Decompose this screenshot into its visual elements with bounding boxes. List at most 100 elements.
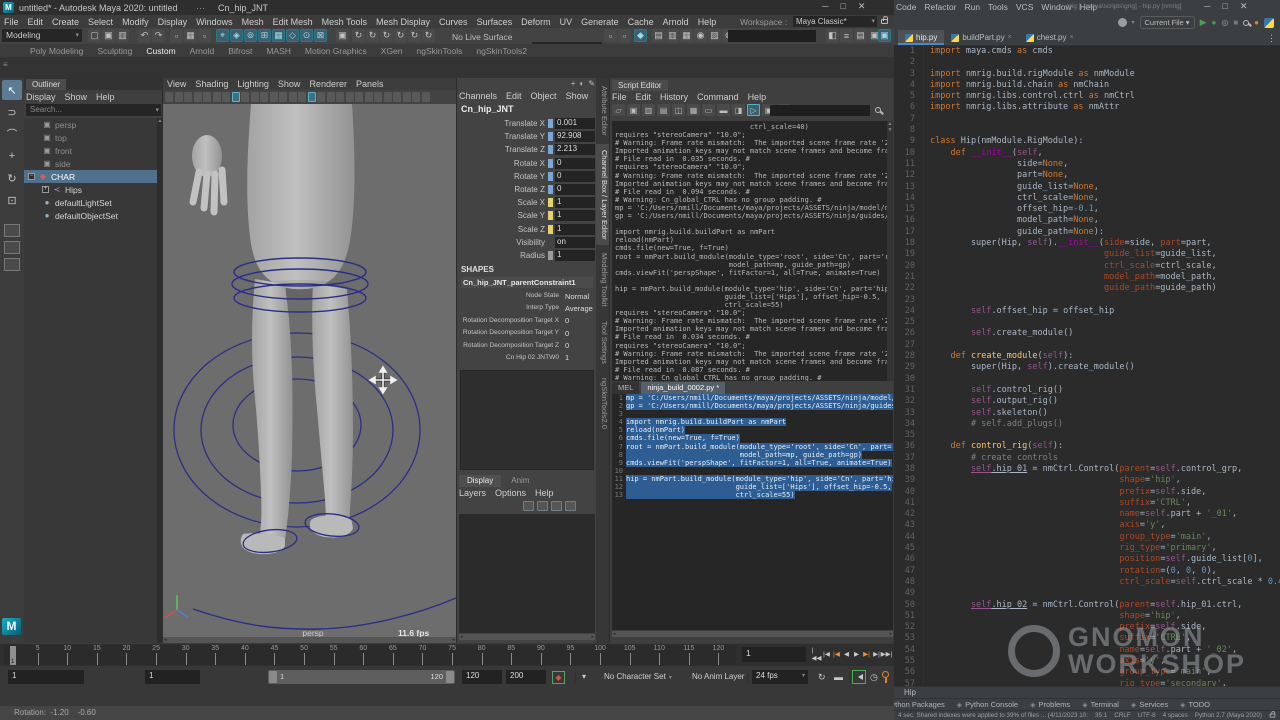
- auto-keyframe-icon[interactable]: ◆: [552, 671, 565, 684]
- channel-value-field[interactable]: 0: [555, 171, 595, 182]
- menu-display[interactable]: Display: [158, 17, 188, 27]
- layout-four-pane-button[interactable]: [4, 258, 20, 271]
- menu-file[interactable]: File: [4, 17, 19, 27]
- viewport-icon[interactable]: [422, 92, 430, 102]
- outliner-item-char[interactable]: −◆CHAR: [24, 170, 157, 183]
- loop-icon[interactable]: ↻: [818, 672, 826, 683]
- playback-button[interactable]: ▶|: [872, 646, 881, 662]
- constraint-channel-value[interactable]: Normal: [565, 292, 589, 301]
- constraint-channel-value[interactable]: 1: [565, 353, 569, 362]
- menu-file[interactable]: File: [612, 92, 627, 102]
- channel-box-node-name[interactable]: Cn_hip_JNT: [461, 104, 514, 114]
- statusline-icon[interactable]: ↻: [366, 29, 379, 42]
- run-icon[interactable]: ▶: [1200, 17, 1207, 28]
- menu-select[interactable]: Select: [88, 17, 113, 27]
- sidebar-tab-tool-settings[interactable]: Tool Settings: [596, 315, 609, 370]
- viewport-panel[interactable]: ViewShadingLightingShowRendererPanels: [163, 78, 456, 643]
- menu-surfaces[interactable]: Surfaces: [477, 17, 513, 27]
- menu-modify[interactable]: Modify: [122, 17, 149, 27]
- outliner-item-hips[interactable]: +≺Hips: [24, 183, 157, 196]
- shelf-tab-bifrost[interactable]: Bifrost: [228, 46, 252, 56]
- outliner-tab[interactable]: Outliner: [26, 79, 66, 90]
- statusline-icon[interactable]: ▣: [336, 29, 349, 42]
- menu-vcs[interactable]: VCS: [1016, 2, 1033, 12]
- statusline-icon[interactable]: ↻: [352, 29, 365, 42]
- viewport-icon[interactable]: [317, 92, 325, 102]
- playback-button[interactable]: ▶: [852, 646, 861, 662]
- menu-windows[interactable]: Windows: [196, 17, 233, 27]
- range-handle-left[interactable]: [269, 671, 277, 683]
- constraint-channel-value[interactable]: 0: [565, 341, 569, 350]
- shelf-tab-sculpting[interactable]: Sculpting: [97, 46, 132, 56]
- viewport-3d-scene[interactable]: [163, 104, 456, 637]
- menu-help[interactable]: Help: [698, 17, 717, 27]
- maximize-icon[interactable]: □: [840, 1, 845, 14]
- readonly-lock-icon[interactable]: [1270, 714, 1276, 718]
- script-toolbar-icon[interactable]: ▷: [747, 104, 760, 116]
- manip-icon[interactable]: +: [571, 79, 576, 88]
- menu-layers[interactable]: Layers: [459, 488, 486, 498]
- statusline-icon[interactable]: ⌖: [216, 29, 229, 42]
- input-tab-ninja-build-0002-py-[interactable]: ninja_build_0002.py *: [641, 382, 725, 394]
- sidebar-tab-channel-box-layer-editor[interactable]: Channel Box / Layer Editor: [596, 144, 609, 246]
- fps-dropdown[interactable]: 24 fps▾: [752, 670, 808, 684]
- viewport-icon[interactable]: [355, 92, 363, 102]
- anim-start-field[interactable]: 1: [8, 670, 84, 684]
- sidebar-tab-modeling-toolkit[interactable]: Modeling Toolkit: [596, 247, 609, 313]
- indent-setting[interactable]: 4 spaces: [1163, 712, 1188, 719]
- channel-value-field[interactable]: 0: [555, 158, 595, 169]
- menu-show[interactable]: Show: [65, 92, 88, 102]
- statusline-icon[interactable]: ▫: [604, 29, 617, 42]
- statusline-icon[interactable]: ≡: [840, 29, 853, 42]
- workspace-dropdown[interactable]: Maya Classic* ▾: [793, 16, 877, 27]
- playback-start-field[interactable]: 1: [145, 670, 200, 684]
- clock-icon[interactable]: ◷: [870, 672, 878, 683]
- channel-value-field[interactable]: 1: [555, 197, 595, 208]
- shelf-tab-mash[interactable]: MASH: [266, 46, 291, 56]
- toolwindow-python-console[interactable]: ◈Python Console: [957, 700, 1018, 709]
- viewport-icon[interactable]: [222, 92, 230, 102]
- statusline-icon[interactable]: ↶: [138, 29, 151, 42]
- menu-edit[interactable]: Edit: [28, 17, 44, 27]
- script-toolbar-icon[interactable]: ▬: [717, 104, 730, 116]
- shelf-tab-arnold[interactable]: Arnold: [190, 46, 215, 56]
- menu-set-dropdown[interactable]: Modeling ▾: [2, 29, 82, 42]
- channel-label[interactable]: Visibility: [457, 238, 545, 247]
- channel-label[interactable]: Scale Z: [457, 225, 545, 234]
- statusline-icon[interactable]: ⊙: [300, 29, 313, 42]
- script-editor-history[interactable]: ctrl_scale=40) requires "stereoCamera" "…: [612, 121, 887, 381]
- close-icon[interactable]: ✕: [858, 1, 866, 14]
- viewport-icon[interactable]: [184, 92, 192, 102]
- more-options-icon[interactable]: ⋮: [1267, 33, 1276, 44]
- shelf-tab-xgen[interactable]: XGen: [381, 46, 403, 56]
- viewport-icon[interactable]: [260, 92, 268, 102]
- menu-display[interactable]: Display: [26, 92, 56, 102]
- layout-two-pane-button[interactable]: [4, 241, 20, 254]
- editor-tab-buildPart-py[interactable]: buildPart.py×: [944, 30, 1018, 45]
- caret-position[interactable]: 35:1: [1095, 712, 1107, 719]
- constraint-channel-label[interactable]: Rotation Decomposition Target Z: [457, 342, 559, 349]
- statusline-icon[interactable]: ↷: [152, 29, 165, 42]
- close-tab-icon[interactable]: ×: [1008, 34, 1012, 41]
- channel-label[interactable]: Rotate Z: [457, 185, 545, 194]
- debug-icon[interactable]: ●: [1211, 18, 1216, 27]
- channel-value-field[interactable]: on: [555, 237, 595, 248]
- channel-label[interactable]: Translate Y: [457, 132, 545, 141]
- minimize-icon[interactable]: ─: [1204, 1, 1210, 14]
- viewport-icon[interactable]: [298, 92, 306, 102]
- viewport-icon[interactable]: [194, 92, 202, 102]
- menu-mesh-tools[interactable]: Mesh Tools: [322, 17, 367, 27]
- menu-create[interactable]: Create: [52, 17, 79, 27]
- menu-edit[interactable]: Edit: [506, 91, 522, 101]
- settings-sync-icon[interactable]: ●: [1254, 18, 1259, 27]
- chevron-down-icon[interactable]: ▾: [582, 672, 586, 681]
- input-tab-mel[interactable]: MEL: [612, 382, 639, 394]
- statusline-icon[interactable]: ⊚: [244, 29, 257, 42]
- menu-edit-mesh[interactable]: Edit Mesh: [273, 17, 313, 27]
- viewport-icon[interactable]: [308, 92, 316, 102]
- manip-icon[interactable]: ✎: [588, 79, 595, 88]
- viewport-icon[interactable]: [213, 92, 221, 102]
- statusline-icon[interactable]: ▫: [170, 29, 183, 42]
- menu-tools[interactable]: Tools: [988, 2, 1008, 12]
- menu-generate[interactable]: Generate: [581, 17, 619, 27]
